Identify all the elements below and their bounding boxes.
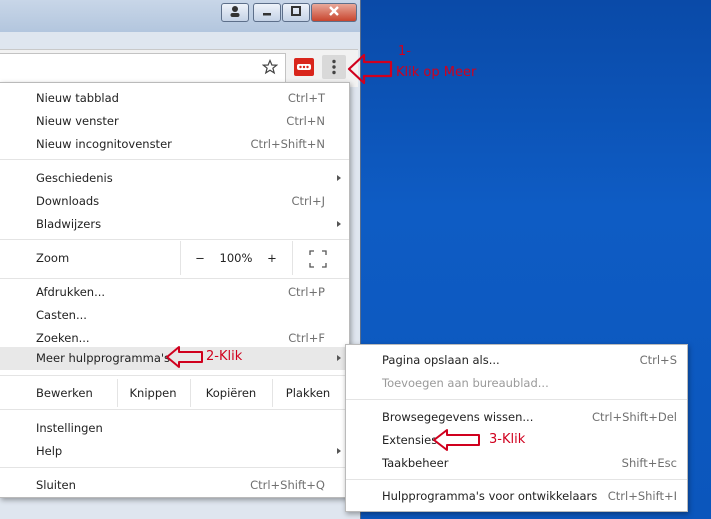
zoom-out-button[interactable]: − <box>190 245 210 272</box>
menu-item-label: Help <box>36 444 63 458</box>
star-icon <box>261 58 279 75</box>
zoom-divider <box>180 241 181 275</box>
menu-item-label: Hulpprogramma's voor ontwikkelaars <box>382 489 598 503</box>
menu-item-label: Toevoegen aan bureaublad... <box>382 376 549 390</box>
close-icon <box>329 6 339 16</box>
submenu-arrow-icon <box>337 175 341 181</box>
red-arrow-icon <box>347 53 393 85</box>
red-arrow-icon <box>166 346 203 368</box>
zoom-in-button[interactable]: + <box>262 245 282 272</box>
menu-item-label: Sluiten <box>36 478 76 492</box>
menu-item-label: Afdrukken... <box>36 285 106 299</box>
menu-item-exit[interactable]: Sluiten Ctrl+Shift+Q <box>0 474 349 497</box>
menu-item-label: Casten... <box>36 308 87 322</box>
menu-separator <box>0 159 349 160</box>
zoom-label: Zoom <box>36 251 70 265</box>
menu-separator <box>0 239 349 240</box>
paste-button[interactable]: Plakken <box>273 382 343 405</box>
submenu-arrow-icon <box>337 448 341 454</box>
menu-item-shortcut: Shift+Esc <box>621 456 677 470</box>
menu-item-downloads[interactable]: Downloads Ctrl+J <box>0 190 349 213</box>
submenu-arrow-icon <box>337 221 341 227</box>
menu-item-label: Extensies <box>382 433 438 447</box>
menu-item-label: Geschiedenis <box>36 171 113 185</box>
menu-separator <box>346 479 687 480</box>
menu-item-print[interactable]: Afdrukken... Ctrl+P <box>0 281 349 304</box>
minimize-icon <box>263 13 271 16</box>
menu-item-shortcut: Ctrl+Shift+Q <box>250 478 325 492</box>
menu-item-zoom: Zoom <box>0 245 349 272</box>
minimize-button[interactable] <box>253 3 281 22</box>
menu-item-label: Browsegegevens wissen... <box>382 410 534 424</box>
menu-item-shortcut: Ctrl+Shift+I <box>607 489 677 503</box>
menu-item-label: Meer hulpprogramma's <box>36 351 171 365</box>
more-icon <box>332 59 336 75</box>
bookmark-star-button[interactable] <box>261 58 279 78</box>
user-icon <box>230 6 240 17</box>
menu-item-shortcut: Ctrl+S <box>639 353 677 367</box>
menu-item-help[interactable]: Help <box>0 440 349 463</box>
menu-item-shortcut: Ctrl+Shift+N <box>250 137 325 151</box>
menu-item-label: Nieuw incognitovenster <box>36 137 172 151</box>
more-menu-button[interactable] <box>322 55 346 79</box>
extension-badge-icon <box>297 64 311 70</box>
red-arrow-icon <box>433 429 480 451</box>
menu-separator <box>0 409 349 410</box>
menu-item-shortcut: Ctrl+T <box>287 91 325 105</box>
submenu-item-task-manager[interactable]: Taakbeheer Shift+Esc <box>346 452 687 475</box>
cut-button[interactable]: Knippen <box>118 382 188 405</box>
submenu-arrow-icon <box>337 355 341 361</box>
menu-item-shortcut: Ctrl+N <box>286 114 325 128</box>
menu-item-new-window[interactable]: Nieuw venster Ctrl+N <box>0 110 349 133</box>
menu-item-shortcut: Ctrl+J <box>291 194 326 208</box>
address-bar[interactable] <box>0 53 286 83</box>
maximize-icon <box>291 6 301 16</box>
menu-separator <box>0 278 349 279</box>
submenu-item-dev-tools[interactable]: Hulpprogramma's voor ontwikkelaars Ctrl+… <box>346 485 687 508</box>
submenu-item-clear-data[interactable]: Browsegegevens wissen... Ctrl+Shift+Del <box>346 406 687 429</box>
more-tools-submenu: Pagina opslaan als... Ctrl+S Toevoegen a… <box>345 344 688 512</box>
menu-separator <box>0 467 349 468</box>
menu-item-shortcut: Ctrl+P <box>287 285 325 299</box>
extension-button[interactable] <box>294 58 314 76</box>
submenu-item-save-page[interactable]: Pagina opslaan als... Ctrl+S <box>346 349 687 372</box>
zoom-level: 100% <box>219 251 253 265</box>
copy-button[interactable]: Kopiëren <box>191 382 271 405</box>
menu-item-label: Nieuw tabblad <box>36 91 119 105</box>
menu-item-label: Pagina opslaan als... <box>382 353 500 367</box>
submenu-item-add-to-desktop[interactable]: Toevoegen aan bureaublad... <box>346 372 687 395</box>
zoom-divider <box>292 241 293 275</box>
close-button[interactable] <box>311 3 357 22</box>
menu-item-new-tab[interactable]: Nieuw tabblad Ctrl+T <box>0 87 349 110</box>
fullscreen-icon <box>309 250 327 268</box>
menu-item-cast[interactable]: Casten... <box>0 304 349 327</box>
edit-label: Bewerken <box>36 386 93 400</box>
menu-item-history[interactable]: Geschiedenis <box>0 167 349 190</box>
main-menu: Nieuw tabblad Ctrl+T Nieuw venster Ctrl+… <box>0 82 350 498</box>
menu-item-label: Bladwijzers <box>36 217 102 231</box>
menu-item-label: Downloads <box>36 194 100 208</box>
step1-label: Klik op Meer <box>396 65 477 80</box>
step1-number: 1- <box>398 44 411 59</box>
step2-label: 2-Klik <box>206 349 243 364</box>
menu-separator <box>346 399 687 400</box>
menu-item-label: Taakbeheer <box>382 456 449 470</box>
menu-item-label: Nieuw venster <box>36 114 119 128</box>
profile-button[interactable] <box>221 3 249 22</box>
menu-separator <box>0 375 349 376</box>
menu-item-settings[interactable]: Instellingen <box>0 417 349 440</box>
menu-item-bookmarks[interactable]: Bladwijzers <box>0 213 349 236</box>
fullscreen-button[interactable] <box>308 249 328 269</box>
step3-label: 3-Klik <box>489 432 526 447</box>
menu-item-label: Instellingen <box>36 421 103 435</box>
maximize-button[interactable] <box>282 3 310 22</box>
menu-item-shortcut: Ctrl+Shift+Del <box>592 410 677 424</box>
menu-item-new-incognito[interactable]: Nieuw incognitovenster Ctrl+Shift+N <box>0 133 349 156</box>
